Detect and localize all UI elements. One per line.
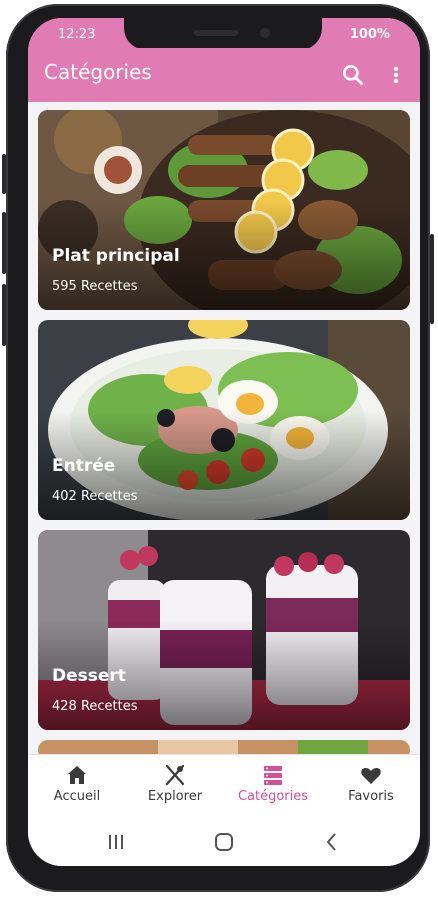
nav-label: Catégories xyxy=(237,789,309,804)
volume-up-button xyxy=(2,212,6,274)
recipe-count: 428 Recettes xyxy=(52,699,138,714)
category-name: Plat principal xyxy=(52,246,180,266)
volume-down-button xyxy=(2,284,6,346)
mute-switch xyxy=(2,154,6,194)
category-name: Entrée xyxy=(52,456,116,476)
system-navigation-bar xyxy=(28,816,420,866)
battery-level: 100% xyxy=(349,27,390,42)
nav-label: Accueil xyxy=(53,789,101,804)
recipe-count: 402 Recettes xyxy=(52,489,138,504)
category-name: Dessert xyxy=(52,666,126,686)
more-vert-icon[interactable] xyxy=(386,62,406,88)
utensils-icon xyxy=(163,763,187,787)
category-list: Plat principal 595 Recettes Entrée 402 R… xyxy=(38,110,410,770)
search-icon[interactable] xyxy=(340,62,366,88)
phone-frame: 12:23 100% Catégories Plat principal 595… xyxy=(2,4,434,892)
nav-accueil[interactable]: Accueil xyxy=(28,755,126,817)
heart-icon xyxy=(359,763,383,787)
bottom-navigation: Accueil Explorer Catégories Favoris xyxy=(28,754,420,817)
app-bar: Catégories xyxy=(28,48,420,102)
recipe-count: 595 Recettes xyxy=(52,279,138,294)
recent-apps-icon[interactable] xyxy=(104,830,128,854)
speaker-grille xyxy=(194,30,238,36)
screen: 12:23 100% Catégories Plat principal 595… xyxy=(28,18,420,866)
categories-icon xyxy=(261,763,285,787)
home-button-icon[interactable] xyxy=(212,830,236,854)
home-icon xyxy=(65,763,89,787)
nav-categories[interactable]: Catégories xyxy=(224,755,322,817)
category-card-entree[interactable]: Entrée 402 Recettes xyxy=(38,320,410,520)
category-card-dessert[interactable]: Dessert 428 Recettes xyxy=(38,530,410,730)
power-button xyxy=(430,234,434,324)
nav-explorer[interactable]: Explorer xyxy=(126,755,224,817)
nav-label: Favoris xyxy=(348,789,394,804)
back-icon[interactable] xyxy=(320,830,344,854)
notch xyxy=(124,18,322,50)
status-time: 12:23 xyxy=(58,27,96,42)
nav-label: Explorer xyxy=(147,789,203,804)
front-camera xyxy=(260,28,270,38)
nav-favoris[interactable]: Favoris xyxy=(322,755,420,817)
category-card-plat-principal[interactable]: Plat principal 595 Recettes xyxy=(38,110,410,310)
page-title: Catégories xyxy=(44,60,152,84)
